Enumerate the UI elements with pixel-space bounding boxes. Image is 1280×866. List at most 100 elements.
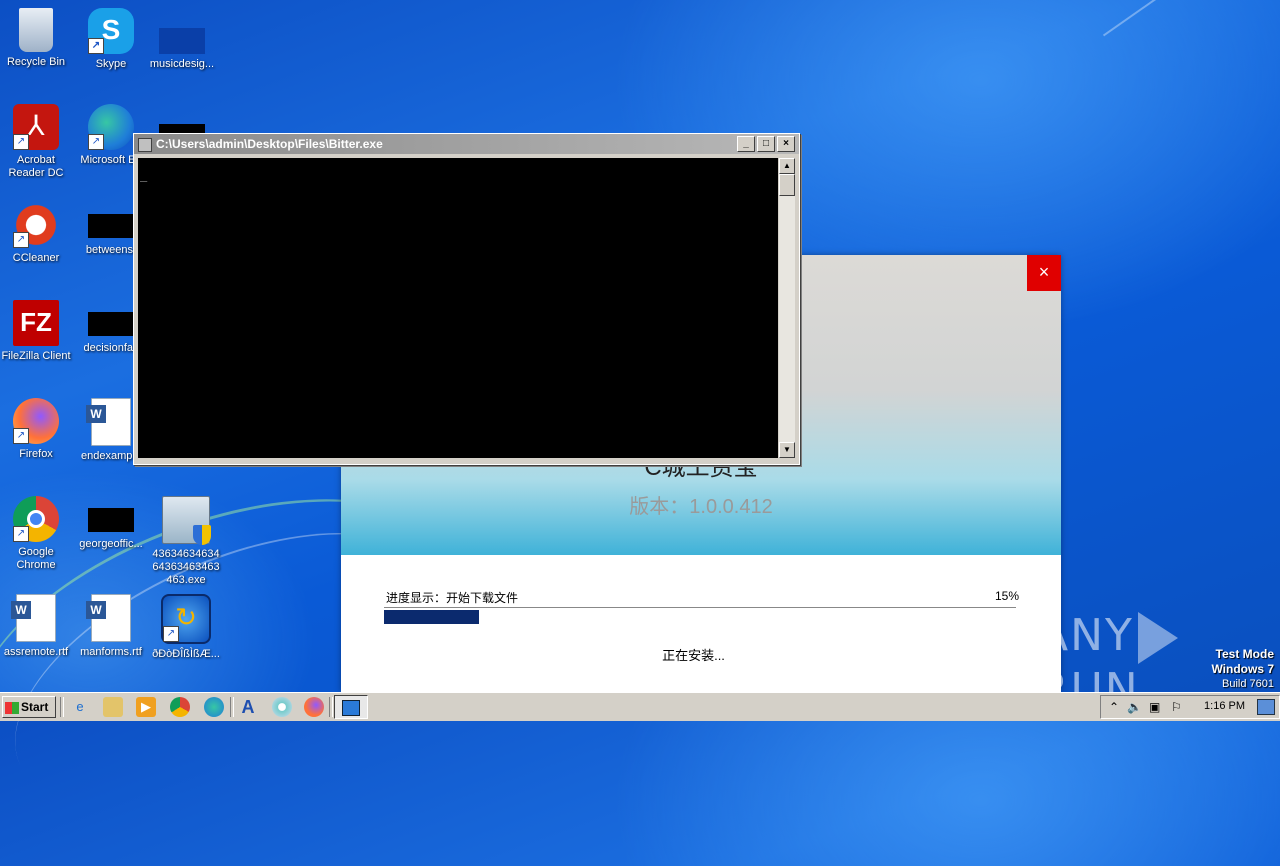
firefox-icon: ↗ xyxy=(13,398,59,444)
shortcut-arrow-icon: ↗ xyxy=(13,526,29,542)
install-status: 正在安装... xyxy=(662,648,725,663)
firefox-icon[interactable] xyxy=(304,697,324,717)
shortcut-arrow-icon: ↗ xyxy=(13,428,29,444)
word-doc-icon: W xyxy=(86,594,131,642)
ccleaner-icon: ↗ xyxy=(13,202,59,248)
console-title: C:\Users\admin\Desktop\Files\Bitter.exe xyxy=(156,137,383,151)
desktop-icon-label: Recycle Bin xyxy=(6,56,66,68)
test-mode-line2: Windows 7 xyxy=(1211,662,1274,676)
app-window-icon xyxy=(342,700,360,716)
desktop-icon-label: Google Chrome xyxy=(16,546,56,571)
desktop-icon-label: FileZilla Client xyxy=(1,350,71,362)
internet-explorer-icon[interactable]: e xyxy=(70,697,90,717)
test-mode-line3: Build 7601 xyxy=(1222,678,1274,690)
taskbar-separator xyxy=(329,697,333,717)
console-window: C:\Users\admin\Desktop\Files\Bitter.exe … xyxy=(133,133,800,465)
file-icon xyxy=(88,214,134,238)
taskbar-active-window[interactable] xyxy=(334,695,368,719)
test-mode-label: Test Mode Windows 7 Build 7601 xyxy=(1211,647,1274,691)
acrobat-icon: ⅄ ↗ xyxy=(13,104,59,150)
progress-label: 进度显示：开始下载文件 xyxy=(386,591,519,605)
skype-icon: S ↗ xyxy=(88,8,134,54)
file-icon xyxy=(88,508,134,532)
shortcut-arrow-icon: ↗ xyxy=(88,134,104,150)
shortcut-arrow-icon: ↗ xyxy=(13,232,29,248)
desktop-icon-label: CCleaner xyxy=(12,252,60,264)
console-cursor: _ xyxy=(140,168,148,182)
desktop-icon-skype[interactable]: S ↗ Skype xyxy=(75,8,147,71)
desktop-icon-georgeoffic[interactable]: georgeoffic... xyxy=(75,496,147,551)
close-button[interactable]: × xyxy=(777,136,795,152)
desktop-icon-firefox[interactable]: ↗ Firefox xyxy=(0,398,72,461)
desktop-icon-chrome[interactable]: ↗ Google Chrome xyxy=(0,496,72,572)
desktop-icon-label: georgeoffic... xyxy=(79,538,143,550)
edge-icon: ↗ xyxy=(88,104,134,150)
desktop-icon-assremote[interactable]: W assremote.rtf xyxy=(0,594,72,659)
taskbar-separator xyxy=(230,697,234,717)
volume-icon[interactable]: 🔈 xyxy=(1127,699,1142,715)
window-buttons: _ □ × xyxy=(737,136,795,152)
desktop-icon-label: manforms.rtf xyxy=(80,646,142,658)
console-scrollbar[interactable]: ▲ ▼ xyxy=(779,158,795,458)
watermark-text-left: ANY xyxy=(1038,610,1134,661)
console-titlebar[interactable]: C:\Users\admin\Desktop\Files\Bitter.exe … xyxy=(134,134,799,154)
media-player-icon[interactable]: ▶ xyxy=(136,697,156,717)
start-label: Start xyxy=(21,700,49,714)
desktop-icon-acrobat[interactable]: ⅄ ↗ Acrobat Reader DC xyxy=(0,104,72,180)
explorer-icon[interactable] xyxy=(103,697,123,717)
installer-icon xyxy=(162,496,211,545)
taskbar: Start e ▶ A ⌃ 🔈 ▣ ⚐ 1:16 PM xyxy=(0,692,1280,721)
progress-bar xyxy=(384,607,1016,624)
scroll-thumb[interactable] xyxy=(779,174,795,196)
shortcut-arrow-icon: ↗ xyxy=(88,38,104,54)
desktop-icon-recycle-bin[interactable]: Recycle Bin xyxy=(0,8,72,69)
recycle-bin-icon xyxy=(19,8,53,52)
chrome-icon: ↗ xyxy=(13,496,59,542)
progress-percent: 15% xyxy=(994,589,1019,603)
chrome-icon[interactable] xyxy=(170,697,190,717)
setup-icon: ↻ ↗ xyxy=(161,594,211,644)
word-doc-icon: W xyxy=(11,594,56,642)
show-desktop-icon[interactable] xyxy=(1257,699,1275,715)
test-mode-line1: Test Mode xyxy=(1215,647,1274,661)
network-icon[interactable]: ▣ xyxy=(1149,699,1160,715)
scroll-down-button[interactable]: ▼ xyxy=(779,442,795,458)
console-app-icon xyxy=(138,138,152,152)
shortcut-arrow-icon: ↗ xyxy=(163,626,179,642)
chevron-up-icon[interactable]: ⌃ xyxy=(1109,699,1119,715)
desktop-icon-label: musicdesig... xyxy=(149,58,215,70)
flag-icon[interactable]: ⚐ xyxy=(1171,699,1182,715)
desktop-icon-label: Skype xyxy=(95,58,127,70)
desktop-icon-exe[interactable]: 43634634634 64363463463 463.exe xyxy=(150,496,222,587)
desktop-icon-setup[interactable]: ↻ ↗ ðÐòÐÎßÌßÆ... xyxy=(150,594,222,661)
installer-version: 版本：1.0.0.412 xyxy=(629,496,773,518)
desktop-icon-ccleaner[interactable]: ↗ CCleaner xyxy=(0,202,72,265)
file-icon xyxy=(88,312,134,336)
minimize-button[interactable]: _ xyxy=(737,136,755,152)
font-icon[interactable]: A xyxy=(238,697,258,717)
console-output[interactable]: _ xyxy=(138,158,778,458)
play-icon xyxy=(1137,612,1178,664)
maximize-button[interactable]: □ xyxy=(757,136,775,152)
desktop-icon-musicdesig[interactable]: musicdesig... xyxy=(146,8,218,71)
desktop-icon-label: Acrobat Reader DC xyxy=(8,154,64,179)
progress-fill xyxy=(384,610,479,624)
desktop-icon-label: Firefox xyxy=(19,448,53,460)
installer-close-button[interactable]: × xyxy=(1027,255,1061,291)
edge-icon[interactable] xyxy=(204,697,224,717)
desktop-icon-manforms[interactable]: W manforms.rtf xyxy=(75,594,147,659)
desktop-icon-label: ðÐòÐÎßÌßÆ... xyxy=(152,648,220,660)
file-icon xyxy=(159,8,205,54)
scroll-up-button[interactable]: ▲ xyxy=(779,158,795,174)
start-button[interactable]: Start xyxy=(2,696,56,718)
desktop-icon-label: 43634634634 64363463463 463.exe xyxy=(152,548,220,586)
shortcut-arrow-icon: ↗ xyxy=(13,134,29,150)
clock[interactable]: 1:16 PM xyxy=(1204,700,1245,712)
filezilla-icon: FZ xyxy=(13,300,59,346)
wallpaper-ray xyxy=(1102,0,1280,37)
cd-icon[interactable] xyxy=(272,697,292,717)
desktop-icon-label: assremote.rtf xyxy=(3,646,69,658)
system-tray: ⌃ 🔈 ▣ ⚐ 1:16 PM xyxy=(1100,695,1280,719)
desktop-icon-filezilla[interactable]: FZ FileZilla Client xyxy=(0,300,72,363)
taskbar-separator xyxy=(60,697,64,717)
